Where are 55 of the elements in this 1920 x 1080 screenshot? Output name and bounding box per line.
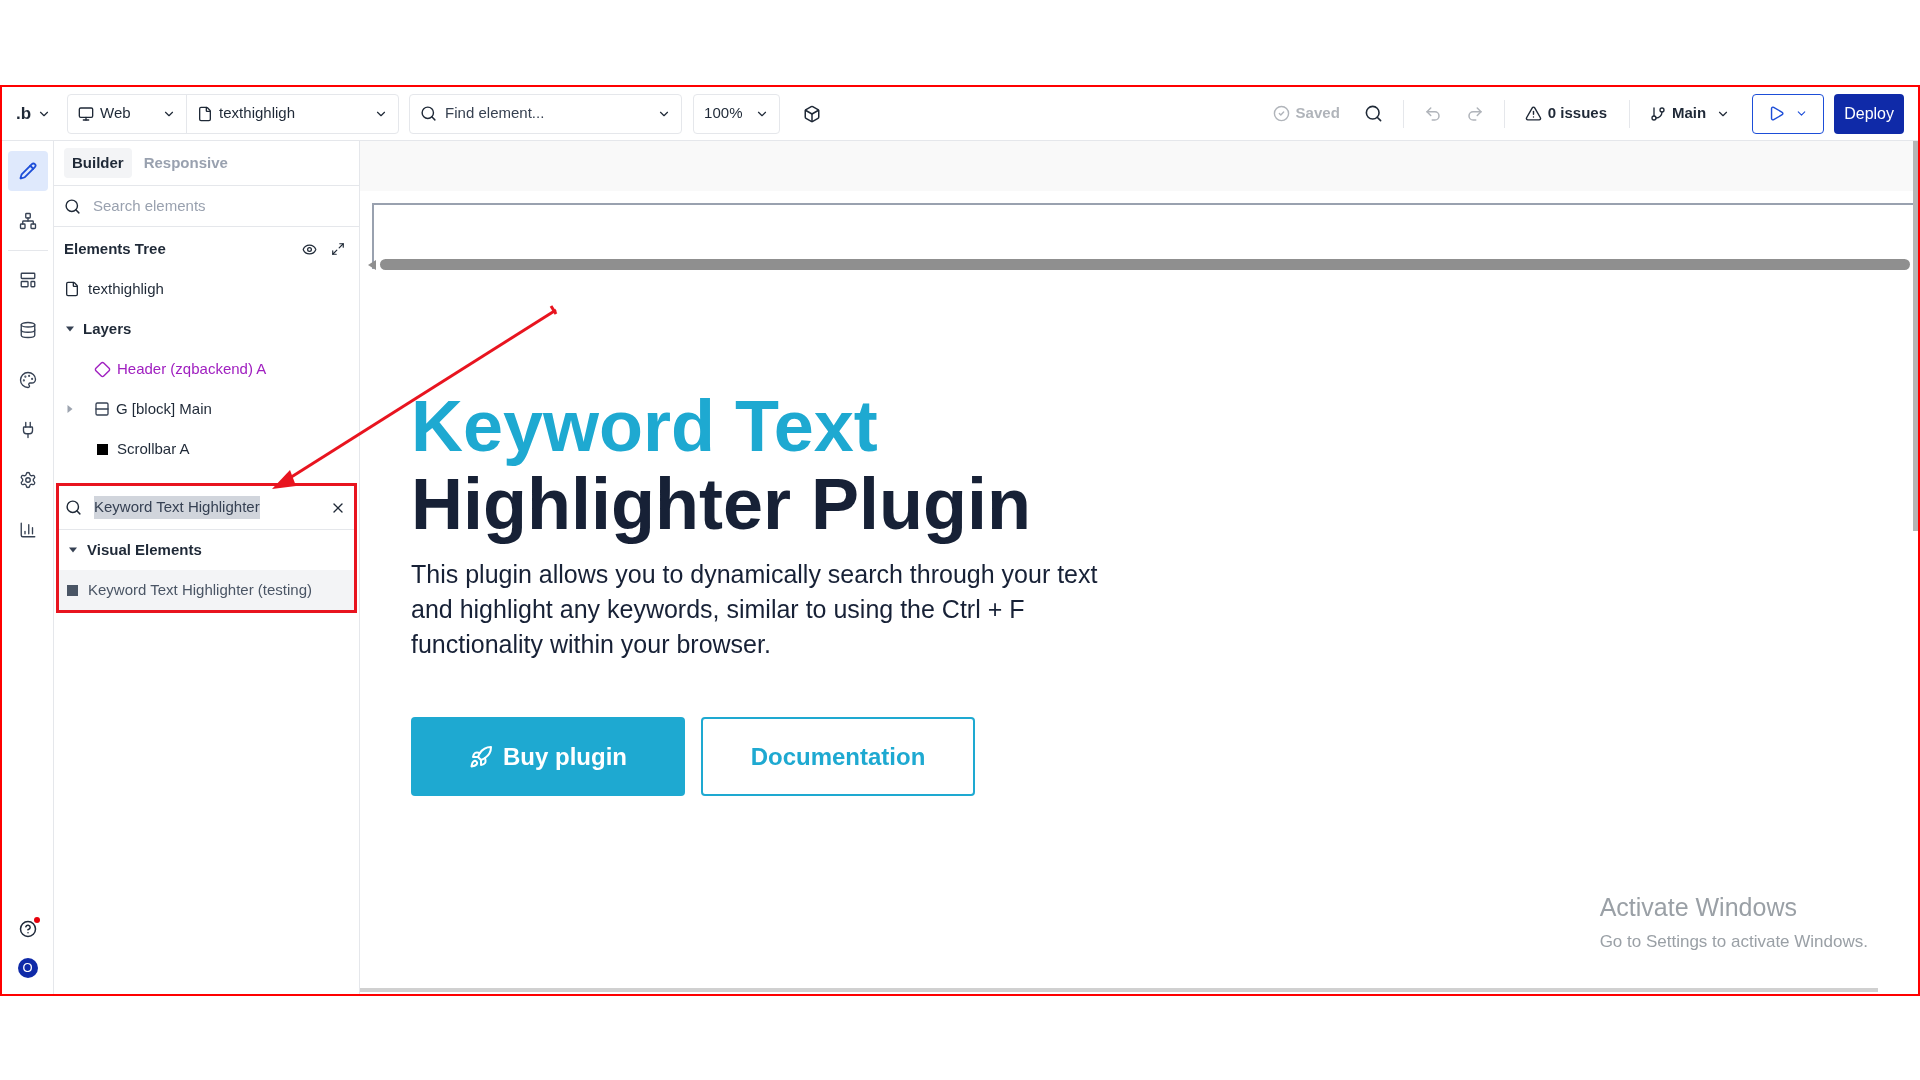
page-dropdown[interactable]: texthighligh <box>187 94 399 133</box>
tree-item[interactable]: Visual Elements <box>59 530 354 570</box>
device-dropdown[interactable]: Web <box>68 94 188 133</box>
branch-icon <box>1650 105 1666 122</box>
element-search-field[interactable]: Keyword Text Highlighter <box>59 486 354 530</box>
caret-icon[interactable] <box>66 325 74 333</box>
hero-description: This plugin allows you to dynamically search through your text and highlight any keywords, similar to using the Ctrl + F functionality within your browser. <box>411 559 1099 660</box>
hero-title: Highlighter Plugin <box>411 465 1032 543</box>
deploy-button[interactable]: Deploy <box>1834 93 1904 134</box>
search-elements-field[interactable]: Search elements <box>54 186 359 227</box>
expand-icon[interactable] <box>331 242 345 256</box>
hero-title-accent: Keyword Text <box>411 387 879 465</box>
pencil-icon[interactable] <box>7 151 48 191</box>
vertical-scrollbar[interactable] <box>1913 141 1918 531</box>
panel-title: Elements Tree <box>64 238 167 259</box>
zoom-dropdown[interactable]: 100% <box>693 93 781 134</box>
issues-button[interactable]: 0 issues <box>1524 102 1607 125</box>
square-icon <box>67 584 78 596</box>
search-icon <box>420 105 438 122</box>
file-icon <box>197 105 214 122</box>
warning-icon <box>1524 105 1542 122</box>
eye-icon[interactable] <box>302 241 317 257</box>
tree-item[interactable]: Header (zqbackend) A <box>54 349 359 389</box>
branch-dropdown[interactable]: Main <box>1650 102 1731 125</box>
horizontal-scrollbar[interactable] <box>380 259 1910 270</box>
file-icon <box>64 281 80 297</box>
logo-menu[interactable]: .b <box>16 100 52 127</box>
search-elements-input[interactable]: Search elements <box>93 194 349 218</box>
tree-item[interactable]: Layers <box>54 309 359 349</box>
search-icon <box>64 197 81 215</box>
play-icon <box>1768 105 1786 122</box>
tree-item[interactable]: Scrollbar A <box>54 429 359 469</box>
scroll-left-icon[interactable] <box>368 259 376 270</box>
tree-item[interactable]: Keyword Text Highlighter (testing) <box>59 570 354 610</box>
search-icon[interactable] <box>1363 104 1383 123</box>
find-element-input[interactable]: Find element... <box>445 102 650 125</box>
square-icon <box>97 443 108 455</box>
check-circle-icon <box>1272 105 1290 122</box>
monitor-icon <box>78 105 95 122</box>
rocket-icon <box>469 744 493 769</box>
cube-icon[interactable] <box>803 104 822 123</box>
activation-title: Activate Windows <box>1599 892 1798 923</box>
rows-icon <box>94 401 110 417</box>
preview-button[interactable] <box>1752 93 1825 134</box>
user-avatar[interactable]: O <box>17 958 38 978</box>
find-element-field[interactable]: Find element... <box>409 93 683 134</box>
diamond-icon <box>94 360 111 378</box>
tree-item[interactable]: G [block] Main <box>54 389 359 429</box>
search-icon <box>65 499 82 516</box>
panel-tab[interactable]: Builder <box>64 148 132 178</box>
help-icon[interactable] <box>18 920 37 938</box>
activation-text: Go to Settings to activate Windows. <box>1599 930 1868 953</box>
search-value: Keyword Text Highlighter <box>94 496 260 519</box>
caret-icon[interactable] <box>69 546 77 554</box>
tree-item[interactable]: texthighligh <box>54 269 359 309</box>
